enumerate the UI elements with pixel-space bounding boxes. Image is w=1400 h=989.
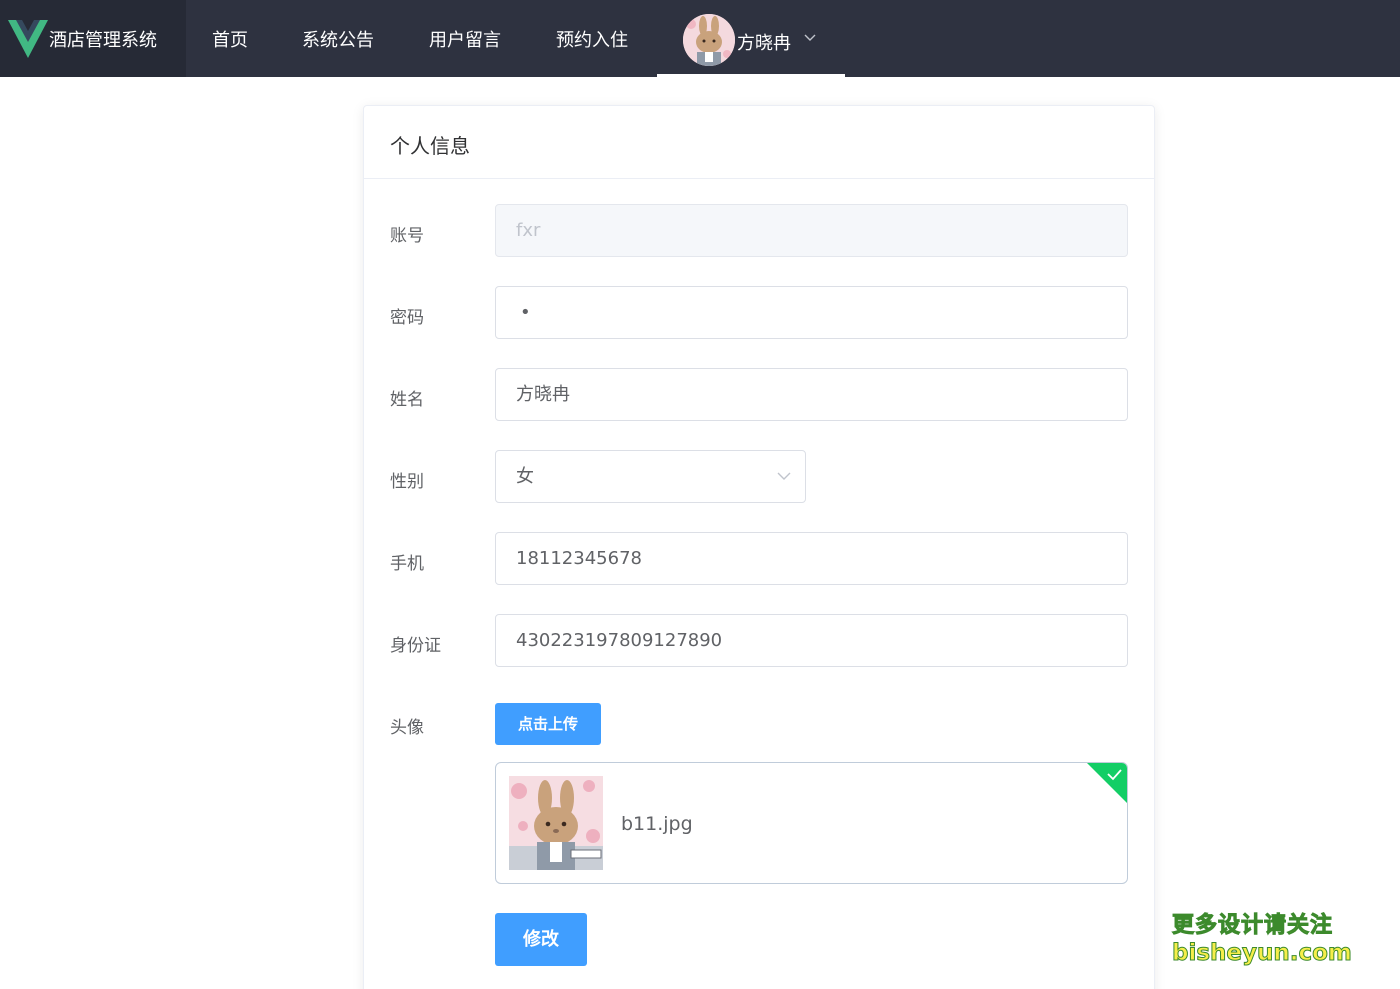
card-header: 个人信息	[364, 106, 1154, 179]
upload-button[interactable]: 点击上传	[495, 703, 601, 745]
account-label: 账号	[390, 226, 424, 246]
watermark-line1: 更多设计请关注	[1172, 913, 1334, 939]
nav-item-messages[interactable]: 用户留言	[429, 26, 501, 52]
password-label: 密码	[390, 308, 424, 328]
avatar-thumbnail	[509, 776, 603, 870]
name-label: 姓名	[390, 390, 424, 410]
card-title: 个人信息	[390, 134, 470, 158]
nav-item-announcements[interactable]: 系统公告	[302, 26, 374, 52]
idcard-field[interactable]: 430223197809127890	[495, 614, 1128, 667]
top-nav: 酒店管理系统 首页 系统公告 用户留言 预约入住 方晓冉	[0, 0, 1400, 77]
watermark: 更多设计请关注 bisheyun.com	[1172, 912, 1353, 967]
check-icon	[1087, 763, 1127, 803]
phone-label: 手机	[390, 554, 424, 574]
password-field[interactable]: •	[495, 286, 1128, 339]
uploaded-file-name: b11.jpg	[621, 813, 693, 835]
phone-field[interactable]: 18112345678	[495, 532, 1128, 585]
avatar-label: 头像	[390, 718, 424, 738]
nav-item-booking[interactable]: 预约入住	[556, 26, 628, 52]
account-field: fxr	[495, 204, 1128, 257]
gender-label: 性别	[390, 472, 424, 492]
brand[interactable]: 酒店管理系统	[0, 0, 186, 77]
chevron-down-icon	[777, 472, 791, 480]
uploaded-file-item[interactable]: b11.jpg	[495, 762, 1128, 884]
user-name: 方晓冉	[737, 33, 791, 54]
chevron-down-icon	[804, 34, 816, 41]
app-title: 酒店管理系统	[49, 30, 157, 51]
bunny-thumbnail-image	[509, 776, 603, 870]
idcard-label: 身份证	[390, 636, 441, 656]
submit-button[interactable]: 修改	[495, 913, 587, 966]
avatar	[683, 14, 735, 66]
user-menu[interactable]: 方晓冉	[657, 0, 845, 77]
watermark-line2: bisheyun.com	[1172, 940, 1353, 967]
bunny-avatar-image	[683, 14, 735, 66]
nav-item-home[interactable]: 首页	[212, 26, 248, 52]
gender-select[interactable]: 女	[495, 450, 806, 503]
name-field[interactable]: 方晓冉	[495, 368, 1128, 421]
vue-logo-icon	[8, 20, 48, 58]
gender-select-value: 女	[516, 466, 534, 487]
